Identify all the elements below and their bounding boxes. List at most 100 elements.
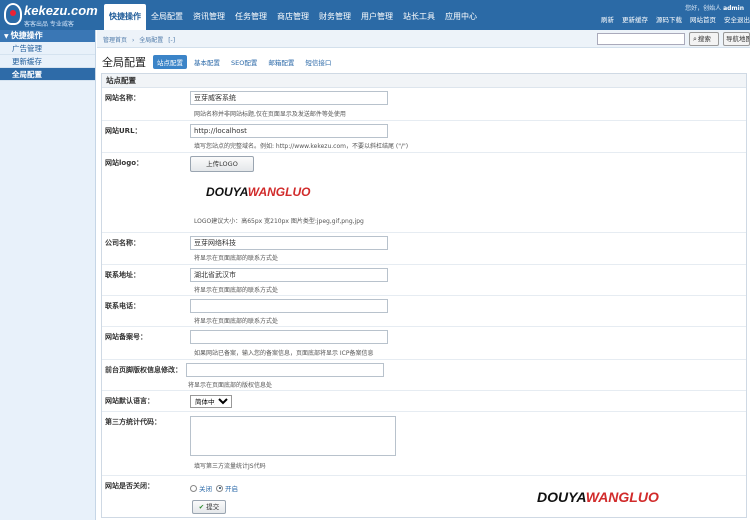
logo-text: kekezu.com <box>24 3 98 18</box>
radio-open[interactable]: 开启 <box>216 483 238 493</box>
tab-basic-config[interactable]: 基本配置 <box>190 55 224 69</box>
nav-app-center[interactable]: 应用中心 <box>440 4 482 30</box>
search-button-label: 搜索 <box>697 35 711 43</box>
site-name-input[interactable] <box>190 91 388 105</box>
stats-code-textarea[interactable] <box>190 416 396 456</box>
watermark-part-a: DOUYA <box>537 489 586 505</box>
greeting: 您好，创始人 <box>685 5 722 12</box>
icp-hint: 如果网站已备案，输入您的备案信息，页面底部将显示 ICP备案信息 <box>194 350 374 357</box>
upload-logo-button[interactable]: 上传LOGO <box>190 156 254 172</box>
icp-input[interactable] <box>190 330 388 344</box>
sidebar: ▼ 快捷操作 广告管理 更新缓存 全局配置 <box>0 30 96 520</box>
row-language: 网站默认语言： 简体中文 <box>102 391 746 412</box>
address-hint: 将显示在页面底部的联系方式处 <box>194 287 279 294</box>
nav-global-config[interactable]: 全局配置 <box>146 4 188 30</box>
refresh-link[interactable]: 刷新 <box>601 14 614 24</box>
nav-users[interactable]: 用户管理 <box>356 4 398 30</box>
breadcrumb-home[interactable]: 管理首页 <box>103 37 127 44</box>
breadcrumb: 管理首页 › 全局配置 [-] <box>103 35 178 44</box>
logout-link[interactable]: 安全退出 <box>724 14 750 24</box>
site-home-link[interactable]: 网站首页 <box>690 14 716 24</box>
stats-code-label: 第三方统计代码： <box>105 418 161 426</box>
row-company: 公司名称： 将显示在页面底部的联系方式处 <box>102 233 746 265</box>
watermark-part-b: WANGLUO <box>585 489 659 505</box>
tab-sms-api[interactable]: 短信接口 <box>301 55 335 69</box>
tab-seo-config[interactable]: SEO配置 <box>227 55 261 69</box>
sidebar-title: 快捷操作 <box>10 31 43 40</box>
language-select[interactable]: 简体中文 <box>190 395 232 408</box>
user-info: 您好，创始人 admin <box>685 3 744 12</box>
row-icp: 网站备案号： 如果网站已备案，输入您的备案信息，页面底部将显示 ICP备案信息 <box>102 327 746 360</box>
top-links: 刷新 更新缓存 源码下载 网站首页 安全退出 <box>593 14 750 24</box>
submit-button-label: 提交 <box>206 503 220 511</box>
language-label: 网站默认语言： <box>105 397 154 405</box>
breadcrumb-bar: 管理首页 › 全局配置 [-] ⌕搜索 导航地图 <box>97 30 750 48</box>
radio-close-label: 关闭 <box>199 485 212 493</box>
sidebar-header[interactable]: ▼ 快捷操作 <box>0 30 95 42</box>
phone-label: 联系电话： <box>105 302 140 310</box>
logo-slogan: 客客出品 专业威客 <box>24 21 74 28</box>
icp-label: 网站备案号： <box>105 333 147 341</box>
sidebar-item-cache[interactable]: 更新缓存 <box>0 55 95 68</box>
radio-close[interactable]: 关闭 <box>190 483 212 493</box>
nav-news[interactable]: 资讯管理 <box>188 4 230 30</box>
company-input[interactable] <box>190 236 388 250</box>
breadcrumb-current[interactable]: 全局配置 <box>139 37 163 44</box>
search-input[interactable] <box>597 33 685 45</box>
settings-panel: 站点配置 网站名称： 网站名称并非网站标题,仅在页面显示及发送邮件等处使用 网站… <box>101 73 747 518</box>
sub-tabs: 站点配置 基本配置 SEO配置 邮箱配置 短信接口 <box>153 55 338 69</box>
row-footer-copyright: 前台页脚版权信息修改： 将显示在页面底部的版权信息处 <box>102 360 746 391</box>
company-hint: 将显示在页面底部的联系方式处 <box>194 255 279 262</box>
radio-on-icon <box>216 484 223 492</box>
nav-map-button[interactable]: 导航地图 <box>723 32 750 46</box>
submit-button[interactable]: ✔ 提交 <box>192 500 226 514</box>
site-name-label: 网站名称： <box>105 94 140 102</box>
site-url-input[interactable] <box>190 124 388 138</box>
logo-preview-part-b: WANGLUO <box>247 185 311 199</box>
row-site-name: 网站名称： 网站名称并非网站标题,仅在页面显示及发送邮件等处使用 <box>102 88 746 121</box>
watermark: DOUYAWANGLUO <box>537 489 659 505</box>
main-content: 管理首页 › 全局配置 [-] ⌕搜索 导航地图 全局配置 站点配置 基本配置 … <box>97 30 750 520</box>
top-bar: kekezu.com 客客出品 专业威客 快捷操作 全局配置 资讯管理 任务管理… <box>0 0 750 30</box>
radio-open-label: 开启 <box>225 485 238 493</box>
source-download-link[interactable]: 源码下载 <box>656 14 682 24</box>
site-url-hint: 填写您站点的完整域名。例如: http://www.kekezu.com，不要以… <box>194 143 409 150</box>
footer-copyright-input[interactable] <box>186 363 384 377</box>
search-icon: ⌕ <box>693 35 697 43</box>
nav-quick-ops[interactable]: 快捷操作 <box>104 4 146 30</box>
nav-shop[interactable]: 商店管理 <box>272 4 314 30</box>
site-url-label: 网站URL： <box>105 127 142 135</box>
tab-mail-config[interactable]: 邮箱配置 <box>264 55 298 69</box>
update-cache-link[interactable]: 更新缓存 <box>622 14 648 24</box>
row-site-logo: 网站logo： 上传LOGO DOUYAWANGLUO LOGO建议大小：高65… <box>102 153 746 233</box>
footer-copyright-hint: 将显示在页面底部的版权信息处 <box>188 382 273 389</box>
phone-input[interactable] <box>190 299 388 313</box>
nav-finance[interactable]: 财务管理 <box>314 4 356 30</box>
site-logo-hint: LOGO建议大小：高65px 宽210px 图片类型:jpeg,gif,png,… <box>194 218 364 225</box>
company-label: 公司名称： <box>105 239 140 247</box>
main-nav: 快捷操作 全局配置 资讯管理 任务管理 商店管理 财务管理 用户管理 站长工具 … <box>104 4 482 30</box>
radio-off-icon <box>190 484 197 492</box>
breadcrumb-collapse[interactable]: [-] <box>168 37 175 44</box>
row-address: 联系地址： 将显示在页面底部的联系方式处 <box>102 265 746 296</box>
footer-copyright-label: 前台页脚版权信息修改： <box>105 366 182 374</box>
search-button[interactable]: ⌕搜索 <box>689 32 719 46</box>
site-logo-label: 网站logo： <box>105 159 144 167</box>
nav-tasks[interactable]: 任务管理 <box>230 4 272 30</box>
row-phone: 联系电话： 将显示在页面底部的联系方式处 <box>102 296 746 327</box>
check-icon: ✔ <box>198 503 205 511</box>
section-title: 站点配置 <box>102 74 746 88</box>
nav-webmaster-tools[interactable]: 站长工具 <box>398 4 440 30</box>
sidebar-item-ads[interactable]: 广告管理 <box>0 42 95 55</box>
address-input[interactable] <box>190 268 388 282</box>
site-name-hint: 网站名称并非网站标题,仅在页面显示及发送邮件等处使用 <box>194 111 346 118</box>
address-label: 联系地址： <box>105 271 140 279</box>
page-title: 全局配置 <box>102 56 146 69</box>
tab-site-config[interactable]: 站点配置 <box>153 55 187 69</box>
sidebar-item-global-config[interactable]: 全局配置 <box>0 68 95 81</box>
row-site-url: 网站URL： 填写您站点的完整域名。例如: http://www.kekezu.… <box>102 121 746 153</box>
username: admin <box>723 5 744 12</box>
breadcrumb-sep-icon: › <box>131 37 135 44</box>
phone-hint: 将显示在页面底部的联系方式处 <box>194 318 279 325</box>
site-logo[interactable]: kekezu.com 客客出品 专业威客 <box>2 2 98 28</box>
